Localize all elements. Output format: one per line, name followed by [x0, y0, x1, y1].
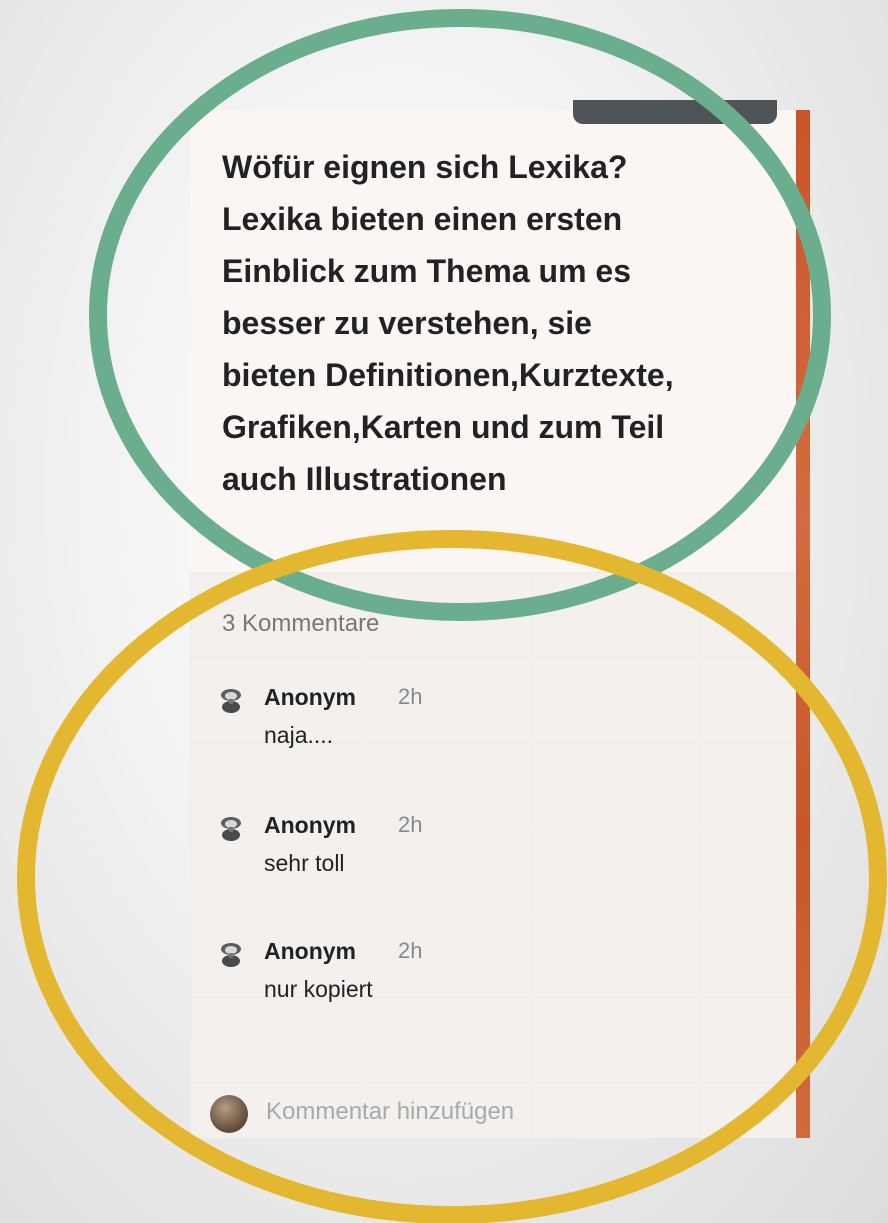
annotation-overlay [17, 9, 887, 1223]
yellow-highlight-circle [17, 530, 887, 1223]
green-highlight-circle [89, 9, 831, 621]
